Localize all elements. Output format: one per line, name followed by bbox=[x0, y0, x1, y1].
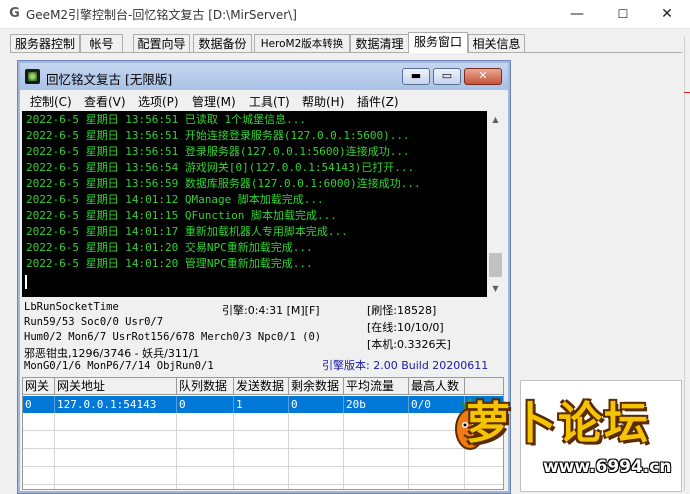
close-button[interactable]: ✕ bbox=[644, 0, 690, 28]
grid-header-cell[interactable]: 网关 bbox=[23, 378, 55, 395]
grid-divider bbox=[288, 413, 289, 489]
menu-help[interactable]: 帮助(H) bbox=[302, 93, 344, 110]
tab-related-info[interactable]: 相关信息 bbox=[468, 34, 525, 52]
log-line: 2022-6-5 星期日 14:01:15 QFunction 脚本加载完成..… bbox=[26, 209, 337, 222]
menu-view[interactable]: 查看(V) bbox=[84, 93, 126, 110]
site-watermark: 萝卜论坛 www.6994.cn bbox=[448, 385, 684, 489]
tab-config-wizard[interactable]: 配置向导 bbox=[133, 34, 190, 52]
menu-options[interactable]: 选项(P) bbox=[138, 93, 179, 110]
minimize-button[interactable]: — bbox=[554, 0, 600, 28]
grid-header: 网关 网关地址 队列数据 发送数据 剩余数据 平均流量 最高人数 bbox=[23, 378, 503, 395]
grid-header-cell[interactable]: 网关地址 bbox=[55, 378, 177, 395]
grid-divider bbox=[233, 413, 234, 489]
inner-title-bar: 回忆铭文复古 [无限版] ▬ ▭ ✕ bbox=[20, 63, 508, 90]
inner-window-title: 回忆铭文复古 [无限版] bbox=[46, 72, 173, 87]
window-title: GeeM2引擎控制台-回忆铭文复古 [D:\MirServer\] bbox=[26, 8, 297, 22]
grid-divider bbox=[343, 413, 344, 489]
online-count: [在线:10/10/0] bbox=[367, 321, 444, 334]
grid-cell[interactable]: 0 bbox=[177, 396, 234, 413]
grid-empty-rows bbox=[23, 413, 503, 489]
menu-tools[interactable]: 工具(T) bbox=[249, 93, 290, 110]
watermark-url: www.6994.cn bbox=[543, 457, 672, 477]
grid-header-cell[interactable]: 发送数据 bbox=[234, 378, 289, 395]
tab-strip: 服务器控制 帐号 配置向导 数据备份 HeroM2版本转换 数据清理 服务窗口 … bbox=[10, 32, 690, 53]
tab-service-window[interactable]: 服务窗口 bbox=[408, 32, 468, 53]
grid-divider bbox=[176, 413, 177, 489]
watermark-title: 萝卜论坛 bbox=[466, 398, 650, 449]
scroll-thumb[interactable] bbox=[489, 253, 502, 277]
run-info: Run59/53 Soc0/0 Usr0/7 bbox=[24, 316, 164, 328]
hum-info: Hum0/2 Mon6/7 UsrRot156/678 Merch0/3 Npc… bbox=[24, 331, 322, 343]
console-scrollbar[interactable]: ▲ ▼ bbox=[487, 111, 504, 297]
outer-right-edge bbox=[684, 36, 690, 491]
mon-info: MonG0/1/6 MonP6/7/14 ObjRun0/1 bbox=[24, 360, 214, 372]
menu-manage[interactable]: 管理(M) bbox=[192, 93, 236, 110]
log-line: 2022-6-5 星期日 13:56:51 已读取 1个城堡信息... bbox=[26, 113, 306, 126]
text-cursor bbox=[25, 275, 27, 289]
grid-cell[interactable]: 127.0.0.1:54143 bbox=[55, 396, 177, 413]
app-logo-icon: G bbox=[9, 6, 20, 21]
outer-title-bar: G GeeM2引擎控制台-回忆铭文复古 [D:\MirServer\] — ☐ … bbox=[0, 0, 690, 29]
log-line: 2022-6-5 星期日 13:56:59 数据库服务器(127.0.0.1:6… bbox=[26, 177, 421, 190]
log-line: 2022-6-5 星期日 13:56:51 开始连接登录服务器(127.0.0.… bbox=[26, 129, 410, 142]
engine-version: 引擎版本: 2.00 Build 20200611 bbox=[322, 359, 489, 372]
log-line: 2022-6-5 星期日 13:56:51 登录服务器(127.0.0.1:56… bbox=[26, 145, 410, 158]
menu-control[interactable]: 控制(C) bbox=[30, 93, 72, 110]
log-line: 2022-6-5 星期日 14:01:17 重新加载机器人专用脚本完成... bbox=[26, 225, 348, 238]
tab-herom2-convert[interactable]: HeroM2版本转换 bbox=[254, 34, 350, 52]
log-line: 2022-6-5 星期日 14:01:12 QManage 脚本加载完成... bbox=[26, 193, 324, 206]
red-marker bbox=[684, 92, 690, 93]
grid-divider bbox=[54, 413, 55, 489]
engine-time: 引擎:0:4:31 [M][F] bbox=[222, 304, 320, 317]
local-uptime: [本机:0.3326天] bbox=[367, 338, 451, 351]
scroll-down-arrow-icon[interactable]: ▼ bbox=[487, 280, 504, 297]
table-row[interactable]: 0 127.0.0.1:54143 0 1 0 20b 0/0 bbox=[23, 396, 503, 413]
grid-header-cell[interactable]: 队列数据 bbox=[177, 378, 234, 395]
console-log[interactable]: 2022-6-5 星期日 13:56:51 已读取 1个城堡信息... 2022… bbox=[22, 111, 504, 297]
grid-divider bbox=[408, 413, 409, 489]
status-area: LbRunSocketTime 引擎:0:4:31 [M][F] [刷怪:185… bbox=[22, 299, 504, 374]
gateway-grid[interactable]: 网关 网关地址 队列数据 发送数据 剩余数据 平均流量 最高人数 0 127.0… bbox=[22, 377, 504, 490]
inner-maximize-button[interactable]: ▭ bbox=[433, 68, 461, 85]
log-line: 2022-6-5 星期日 13:56:54 游戏网关[0](127.0.0.1:… bbox=[26, 161, 415, 174]
log-line: 2022-6-5 星期日 14:01:20 交易NPC重新加载完成... bbox=[26, 241, 313, 254]
inner-minimize-button[interactable]: ▬ bbox=[402, 68, 430, 85]
tab-data-backup[interactable]: 数据备份 bbox=[193, 34, 252, 52]
grid-cell[interactable]: 20b bbox=[344, 396, 409, 413]
tab-account[interactable]: 帐号 bbox=[80, 34, 123, 52]
grid-cell[interactable]: 1 bbox=[234, 396, 289, 413]
log-line: 2022-6-5 星期日 14:01:20 管理NPC重新加载完成... bbox=[26, 257, 313, 270]
scroll-up-arrow-icon[interactable]: ▲ bbox=[487, 111, 504, 128]
inner-close-button[interactable]: ✕ bbox=[464, 68, 502, 85]
socket-time-label: LbRunSocketTime bbox=[24, 301, 119, 313]
server-app-icon bbox=[25, 69, 40, 84]
tab-data-cleanup[interactable]: 数据清理 bbox=[350, 34, 409, 52]
mob-info: 邪恶钳虫,1296/3746 - 妖兵/311/1 bbox=[24, 347, 200, 360]
maximize-button[interactable]: ☐ bbox=[600, 0, 646, 28]
menu-bar: 控制(C) 查看(V) 选项(P) 管理(M) 工具(T) 帮助(H) 插件(Z… bbox=[20, 90, 508, 110]
inner-server-window: 回忆铭文复古 [无限版] ▬ ▭ ✕ 控制(C) 查看(V) 选项(P) 管理(… bbox=[17, 60, 511, 494]
refresh-monsters: [刷怪:18528] bbox=[367, 304, 437, 317]
menu-plugins[interactable]: 插件(Z) bbox=[357, 93, 399, 110]
tab-server-control[interactable]: 服务器控制 bbox=[10, 34, 80, 52]
grid-cell[interactable]: 0 bbox=[23, 396, 55, 413]
grid-cell[interactable]: 0 bbox=[289, 396, 344, 413]
grid-header-cell[interactable]: 剩余数据 bbox=[289, 378, 344, 395]
grid-header-cell[interactable]: 平均流量 bbox=[344, 378, 409, 395]
